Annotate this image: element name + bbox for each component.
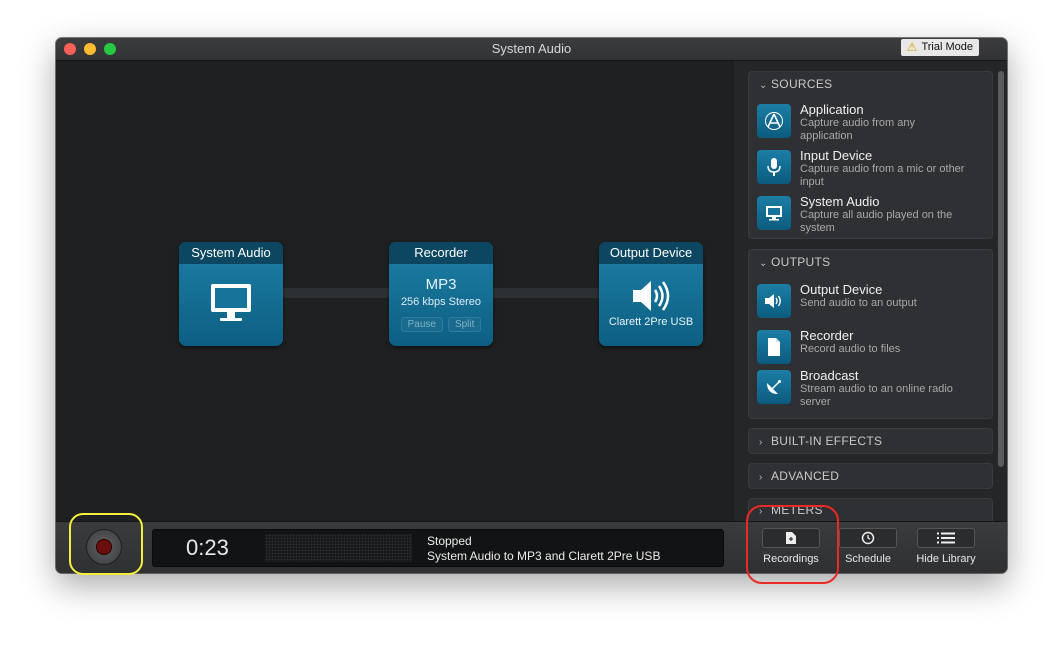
- source-item-system-audio[interactable]: System Audio Capture all audio played on…: [757, 194, 987, 238]
- source-node-header: System Audio: [179, 242, 283, 264]
- trial-mode-label: Trial Mode: [921, 41, 973, 53]
- output-item-broadcast[interactable]: Broadcast Stream audio to an online radi…: [757, 368, 987, 412]
- builtin-effects-panel[interactable]: › BUILT-IN EFFECTS: [748, 428, 993, 454]
- chevron-right-icon: ›: [759, 437, 763, 448]
- hide-library-button[interactable]: Hide Library: [911, 528, 981, 565]
- sidebar-scrollbar[interactable]: [998, 71, 1004, 467]
- titlebar: System Audio ⚠ Trial Mode: [56, 38, 1007, 61]
- status-display: 0:23 Stopped System Audio to MP3 and Cla…: [152, 529, 724, 567]
- recorder-format: MP3: [425, 276, 457, 293]
- highlight-record-button: [69, 513, 143, 575]
- output-item-recorder[interactable]: Recorder Record audio to files: [757, 328, 987, 372]
- pipeline-canvas[interactable]: System Audio Recorder MP3 256 kbps Stere…: [56, 61, 732, 540]
- source-node[interactable]: System Audio: [179, 242, 283, 346]
- source-item-input-device[interactable]: Input Device Capture audio from a mic or…: [757, 148, 987, 192]
- sources-header[interactable]: ⌄ SOURCES: [749, 72, 992, 96]
- output-node-header: Output Device: [599, 242, 703, 264]
- advanced-panel[interactable]: › ADVANCED: [748, 463, 993, 489]
- outputs-header[interactable]: ⌄ OUTPUTS: [749, 250, 992, 274]
- library-sidebar: ⌄ SOURCES Application Capture audio from …: [734, 61, 1007, 524]
- outputs-panel: ⌄ OUTPUTS Output Device Send audio to an …: [748, 249, 993, 419]
- clock-icon: [861, 531, 875, 545]
- split-button[interactable]: Split: [447, 317, 482, 332]
- chevron-down-icon: ⌄: [759, 80, 768, 91]
- builtin-effects-header[interactable]: › BUILT-IN EFFECTS: [749, 429, 992, 453]
- trial-mode-badge[interactable]: ⚠ Trial Mode: [900, 39, 979, 56]
- advanced-header[interactable]: › ADVANCED: [749, 464, 992, 488]
- list-icon: [937, 532, 955, 544]
- recorder-node[interactable]: Recorder MP3 256 kbps Stereo Pause Split: [389, 242, 493, 346]
- source-item-application[interactable]: Application Capture audio from any appli…: [757, 102, 987, 146]
- microphone-icon: [757, 150, 791, 184]
- speaker-icon: [757, 284, 791, 318]
- output-device-name: Clarett 2Pre USB: [608, 316, 694, 328]
- chevron-right-icon: ›: [759, 472, 763, 483]
- recorder-node-header: Recorder: [389, 242, 493, 264]
- warning-icon: ⚠: [906, 40, 918, 54]
- window-title: System Audio: [491, 41, 572, 56]
- recorder-quality: 256 kbps Stereo: [400, 296, 482, 308]
- sources-panel: ⌄ SOURCES Application Capture audio from …: [748, 71, 993, 239]
- monitor-icon: [757, 196, 791, 230]
- bottom-toolbar: 0:23 Stopped System Audio to MP3 and Cla…: [56, 521, 1007, 573]
- highlight-recordings-button: [746, 505, 839, 584]
- schedule-button[interactable]: Schedule: [838, 528, 898, 565]
- elapsed-timer: 0:23: [186, 535, 229, 560]
- satellite-dish-icon: [757, 370, 791, 404]
- app-window: System Audio ⚠ Trial Mode System Audio R…: [56, 38, 1007, 573]
- pause-button[interactable]: Pause: [400, 317, 443, 332]
- document-icon: [757, 330, 791, 364]
- app-store-icon: [757, 104, 791, 138]
- chevron-down-icon: ⌄: [759, 258, 768, 269]
- connector-source-recorder: [281, 288, 393, 298]
- status-text: Stopped: [427, 534, 472, 548]
- connector-recorder-output: [491, 288, 603, 298]
- level-meter: [265, 534, 412, 562]
- speaker-icon: [633, 281, 670, 311]
- monitor-icon: [211, 284, 251, 321]
- output-node[interactable]: Output Device Clarett 2Pre USB: [599, 242, 703, 346]
- pipeline-description: System Audio to MP3 and Clarett 2Pre USB: [427, 549, 661, 563]
- output-item-output-device[interactable]: Output Device Send audio to an output: [757, 282, 987, 326]
